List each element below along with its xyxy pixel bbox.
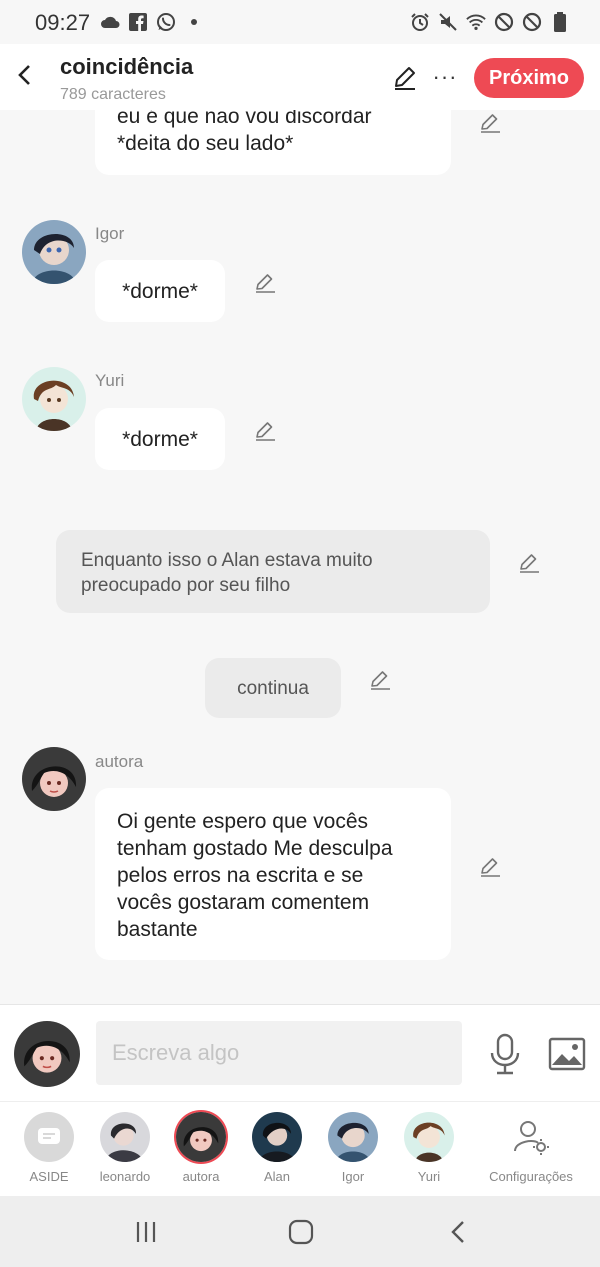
- character-yuri[interactable]: Yuri: [391, 1112, 467, 1184]
- home-icon: [288, 1219, 314, 1245]
- chat-bubble-icon: [38, 1128, 60, 1144]
- yuri-avatar: [404, 1112, 454, 1162]
- character-bar: ASIDE leonardo autora Alan Igor Yuri Con…: [0, 1101, 600, 1196]
- character-settings[interactable]: Configurações: [484, 1112, 578, 1184]
- microphone-icon: [490, 1033, 520, 1075]
- more-options-button[interactable]: ···: [430, 62, 460, 92]
- message-text-line: eu é que não vou discordar: [117, 110, 372, 128]
- message-bubble[interactable]: *dorme*: [95, 408, 225, 470]
- status-time: 09:27: [35, 10, 91, 35]
- message-text-line: vocês gostaram comentem: [117, 891, 370, 914]
- character-igor[interactable]: Igor: [315, 1112, 391, 1184]
- character-leonardo[interactable]: leonardo: [87, 1112, 163, 1184]
- alarm-icon: [410, 12, 430, 32]
- pencil-icon: [481, 858, 500, 877]
- character-label: Alan: [263, 1169, 291, 1184]
- character-alan[interactable]: Alan: [239, 1112, 315, 1184]
- pencil-icon: [371, 671, 390, 690]
- message-text: *dorme*: [122, 428, 198, 451]
- message-bubble[interactable]: *dorme*: [95, 260, 225, 322]
- status-left-icons: [100, 12, 204, 32]
- pencil-icon: [395, 67, 415, 90]
- character-count: 789 caracteres: [60, 86, 166, 103]
- character-aside[interactable]: ASIDE: [11, 1112, 87, 1184]
- story-header: coincidência 789 caracteres ··· Próximo: [0, 44, 600, 110]
- edit-message-button[interactable]: [368, 667, 392, 691]
- pencil-icon: [256, 274, 275, 293]
- facebook-icon: [128, 12, 148, 32]
- pencil-icon: [520, 554, 539, 573]
- message-bubble[interactable]: eu é que não vou discordar *deita do seu…: [95, 110, 451, 175]
- dnd-icon: [494, 12, 514, 32]
- message-text-line: tenham gostado Me desculpa: [117, 837, 393, 860]
- character-label: leonardo: [99, 1169, 151, 1184]
- mute-icon: [438, 12, 458, 32]
- character-label: Configurações: [489, 1169, 573, 1184]
- edit-message-button[interactable]: [253, 418, 277, 442]
- igor-avatar: [328, 1112, 378, 1162]
- dot-icon: [184, 12, 204, 32]
- image-icon: [548, 1037, 586, 1071]
- speaker-name: Igor: [95, 224, 125, 243]
- aside-avatar: [24, 1112, 74, 1162]
- message-text-line: pelos erros na escrita e se: [117, 864, 364, 887]
- cloud-icon: [100, 12, 120, 32]
- message-text-line: Oi gente espero que vocês: [117, 810, 368, 833]
- avatar-yuri[interactable]: [22, 367, 86, 431]
- microphone-button[interactable]: [488, 1033, 522, 1075]
- home-button[interactable]: [281, 1212, 321, 1252]
- message-text-line: bastante: [117, 918, 198, 941]
- system-back-button[interactable]: [438, 1212, 478, 1252]
- narration-bubble[interactable]: continua: [205, 658, 341, 718]
- dnd-icon: [522, 12, 542, 32]
- autora-avatar: [176, 1112, 226, 1162]
- message-text: *dorme*: [122, 280, 198, 303]
- next-button[interactable]: Próximo: [474, 58, 584, 98]
- narration-text-line: preocupado por seu filho: [81, 575, 291, 596]
- speaker-name: Yuri: [95, 371, 125, 390]
- edit-message-button[interactable]: [517, 550, 541, 574]
- avatar-igor[interactable]: [22, 220, 86, 284]
- current-speaker-avatar[interactable]: [14, 1021, 80, 1087]
- chevron-left-icon: [18, 65, 30, 85]
- chat-area[interactable]: eu é que não vou discordar *deita do seu…: [0, 110, 600, 1004]
- wifi-icon: [466, 12, 486, 32]
- image-button[interactable]: [548, 1037, 586, 1071]
- back-button[interactable]: [10, 58, 38, 92]
- narration-text: continua: [237, 678, 309, 699]
- character-label: ASIDE: [29, 1169, 69, 1184]
- leonardo-avatar: [100, 1112, 150, 1162]
- whatsapp-icon: [156, 12, 176, 32]
- pencil-icon: [481, 114, 500, 133]
- edit-message-button[interactable]: [478, 854, 502, 878]
- narration-bubble[interactable]: Enquanto isso o Alan estava muito preocu…: [56, 530, 490, 613]
- character-autora[interactable]: autora: [163, 1112, 239, 1184]
- edit-message-button[interactable]: [253, 270, 277, 294]
- composer-bar: [0, 1004, 600, 1101]
- character-label: autora: [182, 1169, 220, 1184]
- pencil-icon: [256, 422, 275, 441]
- back-arrow-icon: [451, 1221, 464, 1243]
- battery-icon: [550, 12, 570, 32]
- message-input[interactable]: [96, 1021, 462, 1085]
- settings-avatar: [506, 1112, 556, 1162]
- avatar-autora[interactable]: [22, 747, 86, 811]
- character-label: Yuri: [417, 1169, 441, 1184]
- status-right-icons: [410, 12, 570, 32]
- character-label: Igor: [341, 1169, 365, 1184]
- page-title: coincidência: [60, 54, 194, 79]
- message-bubble[interactable]: Oi gente espero que vocês tenham gostado…: [95, 788, 451, 960]
- status-bar: 09:27: [0, 0, 600, 44]
- recent-apps-icon: [136, 1222, 156, 1242]
- narration-text-line: Enquanto isso o Alan estava muito: [81, 550, 373, 571]
- user-settings-icon: [514, 1121, 549, 1155]
- recent-apps-button[interactable]: [126, 1212, 166, 1252]
- edit-message-button[interactable]: [478, 110, 502, 134]
- speaker-name: autora: [95, 752, 144, 771]
- alan-avatar: [252, 1112, 302, 1162]
- message-text-line: *deita do seu lado*: [117, 132, 294, 155]
- system-nav-bar: [0, 1196, 600, 1267]
- edit-title-button[interactable]: [390, 62, 420, 92]
